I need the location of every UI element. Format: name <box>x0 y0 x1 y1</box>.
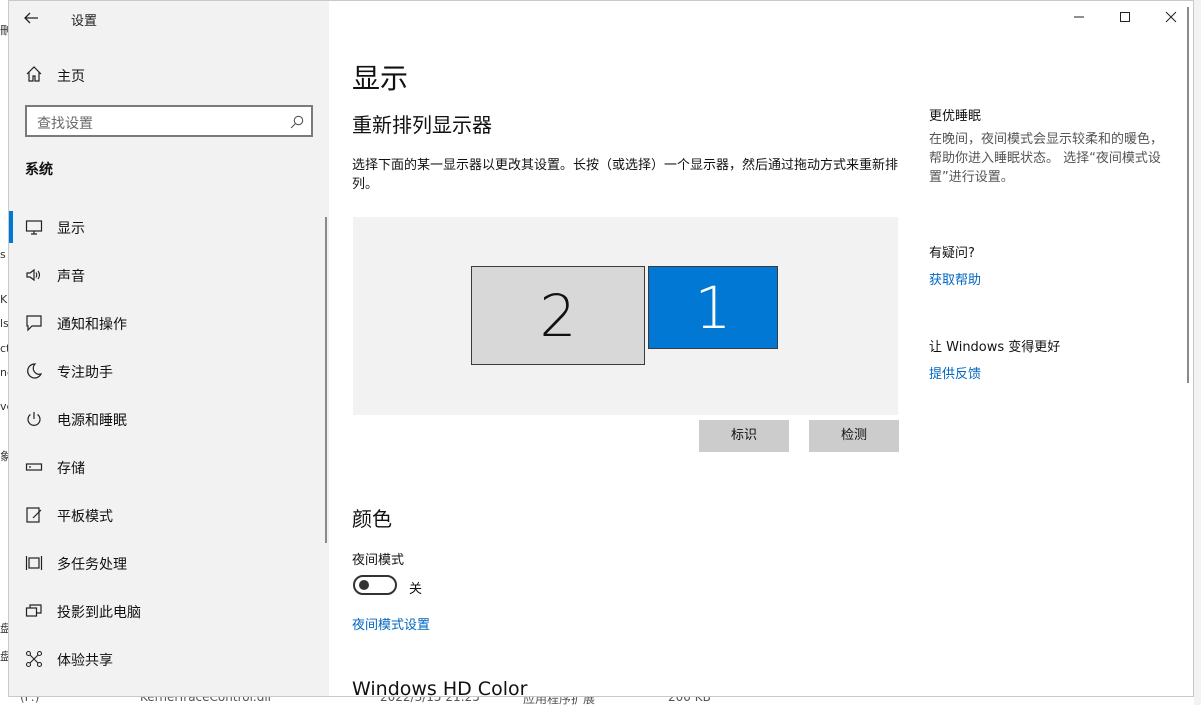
sidebar-item-label: 投影到此电脑 <box>57 605 141 621</box>
bg-fragment: s <box>0 248 6 261</box>
sidebar-item-sound[interactable]: 声音 <box>9 257 329 293</box>
sidebar-item-storage[interactable]: 存储 <box>9 449 329 485</box>
search-icon <box>290 115 304 129</box>
sidebar-item-label: 平板模式 <box>57 509 113 525</box>
sidebar-item-multitasking[interactable]: 多任务处理 <box>9 545 329 581</box>
back-button[interactable] <box>23 7 45 29</box>
bg-fragment: ls <box>0 317 8 330</box>
bg-fragment: ng <box>0 366 8 379</box>
sleep-text: 在晚间，夜间模式会显示较柔和的暖色，帮助你进入睡眠状态。 选择“夜间模式设置”进… <box>929 132 1164 185</box>
monitor-1[interactable]: 1 <box>648 266 778 349</box>
power-icon <box>27 412 41 426</box>
sidebar-item-label: 专注助手 <box>57 365 113 381</box>
monitor-number: 1 <box>694 274 732 342</box>
sidebar-item-home[interactable]: 主页 <box>9 59 329 91</box>
sidebar-item-label: 显示 <box>57 221 85 237</box>
night-mode-label: 夜间模式 <box>352 553 405 568</box>
back-arrow-icon <box>24 12 38 24</box>
bg-fragment: 盘 <box>0 622 8 635</box>
share-icon <box>25 650 43 668</box>
speaker-icon <box>26 268 41 282</box>
bg-fragment: 象 <box>0 450 8 463</box>
night-mode-state: 关 <box>409 582 423 597</box>
bg-fragment: ve <box>0 400 8 413</box>
sidebar-item-power[interactable]: 电源和睡眠 <box>9 401 329 437</box>
sidebar-item-notifications[interactable]: 通知和操作 <box>9 305 329 341</box>
sidebar-item-label: 声音 <box>57 269 85 285</box>
background-right-strip <box>1194 0 1201 705</box>
monitor-number: 2 <box>539 282 577 350</box>
bg-fragment: 盘 <box>0 650 8 663</box>
night-mode-toggle[interactable] <box>353 575 397 595</box>
rearrange-description: 选择下面的某一显示器以更改其设置。长按（或选择）一个显示器，然后通过拖动方式来重… <box>352 158 899 192</box>
toggle-knob <box>359 580 369 590</box>
sidebar-item-display[interactable]: 显示 <box>9 209 329 245</box>
sidebar-section-title: 系统 <box>25 162 53 178</box>
hd-color-heading: Windows HD Color <box>352 678 528 697</box>
search-placeholder: 查找设置 <box>37 116 93 132</box>
sidebar-item-label: 通知和操作 <box>57 317 127 333</box>
get-help-link[interactable]: 获取帮助 <box>929 269 981 288</box>
question-title: 有疑问? <box>929 246 975 261</box>
sidebar-item-label: 多任务处理 <box>57 557 127 573</box>
night-mode-settings-link[interactable]: 夜间模式设置 <box>352 614 430 633</box>
bg-fragment: K <box>0 293 8 306</box>
storage-icon <box>25 463 43 471</box>
sleep-title: 更优睡眠 <box>929 109 982 124</box>
sidebar-item-shared-experiences[interactable]: 体验共享 <box>9 641 329 677</box>
sidebar-item-projection[interactable]: 投影到此电脑 <box>9 593 329 629</box>
bg-fragment: 刪 <box>0 24 8 37</box>
sidebar-item-label: 体验共享 <box>57 653 113 669</box>
monitor-icon <box>25 220 43 235</box>
projection-icon <box>25 604 42 617</box>
sidebar: 设置 主页 查找设置 系统 显示 声音 通知和操作 专注助手 电源和睡眠 存储 … <box>9 1 329 696</box>
main-content: 显示 重新排列显示器 选择下面的某一显示器以更改其设置。长按（或选择）一个显示器… <box>329 1 1193 697</box>
settings-window: 设置 主页 查找设置 系统 显示 声音 通知和操作 专注助手 电源和睡眠 存储 … <box>8 0 1194 697</box>
sidebar-item-tablet-mode[interactable]: 平板模式 <box>9 497 329 533</box>
detect-button[interactable]: 检测 <box>809 420 899 452</box>
multitask-icon <box>25 556 43 570</box>
sidebar-item-label: 存储 <box>57 461 85 477</box>
feedback-link[interactable]: 提供反馈 <box>929 363 981 382</box>
bg-fragment: ct <box>0 342 8 355</box>
main-scrollbar[interactable] <box>1187 7 1189 383</box>
page-title: 显示 <box>352 62 409 95</box>
notification-icon <box>26 315 42 332</box>
rearrange-heading: 重新排列显示器 <box>352 113 492 137</box>
app-title: 设置 <box>71 14 98 29</box>
sidebar-item-label: 电源和睡眠 <box>57 413 127 429</box>
moon-icon <box>27 363 43 379</box>
home-icon <box>26 66 42 82</box>
sidebar-item-focus-assist[interactable]: 专注助手 <box>9 353 329 389</box>
monitor-2[interactable]: 2 <box>471 266 645 365</box>
search-input[interactable]: 查找设置 <box>25 105 313 137</box>
color-heading: 颜色 <box>352 507 392 531</box>
identify-button[interactable]: 标识 <box>699 420 789 452</box>
monitor-arrangement: 2 1 <box>353 217 898 415</box>
improve-title: 让 Windows 变得更好 <box>929 340 1061 355</box>
background-left-strip: 刪 s K ls ct ng ve 象 盘 盘 <box>0 0 8 705</box>
sidebar-scrollbar[interactable] <box>325 217 327 543</box>
tablet-icon <box>26 507 42 523</box>
sidebar-item-label: 主页 <box>57 69 85 85</box>
